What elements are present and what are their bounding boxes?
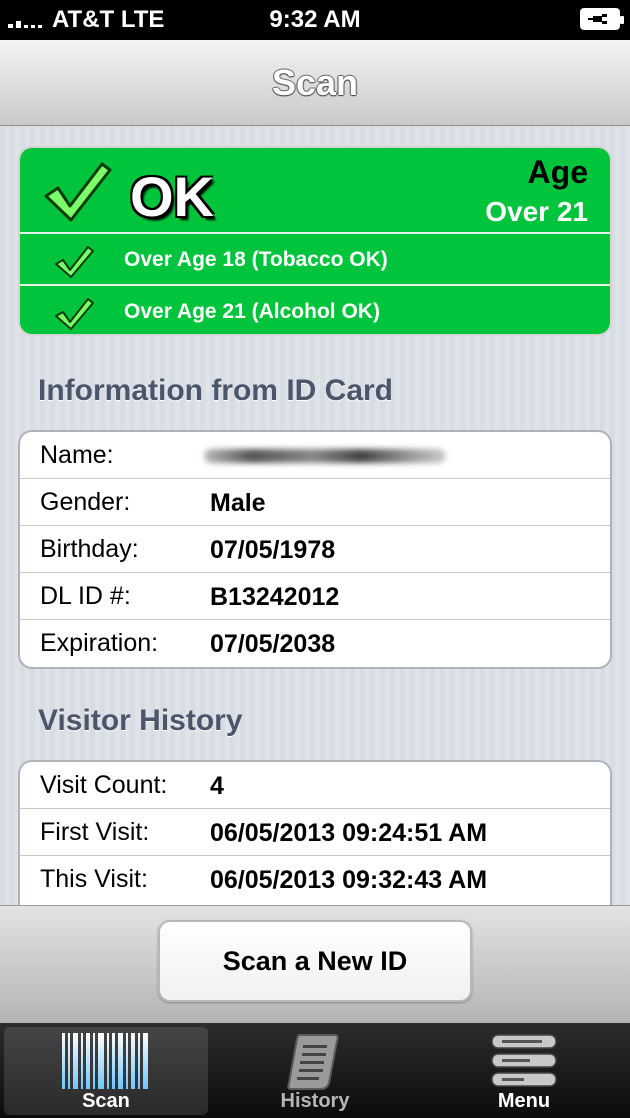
tab-label: Menu bbox=[497, 1090, 551, 1112]
status-header: OK Age Over 21 bbox=[20, 148, 610, 234]
check-icon bbox=[55, 298, 94, 330]
scroll-icon bbox=[287, 1034, 339, 1090]
visitor-history-table: Visit Count: 4 First Visit: 06/05/2013 0… bbox=[18, 760, 612, 905]
visitor-history-section-title: Visitor History bbox=[38, 704, 243, 737]
row-label: This Visit: bbox=[40, 865, 148, 893]
row-value: Male bbox=[210, 489, 266, 517]
scan-new-id-button[interactable]: Scan a New ID bbox=[158, 920, 472, 1002]
row-label: DL ID #: bbox=[40, 582, 131, 610]
table-row: Visit Count: 4 bbox=[20, 762, 610, 809]
age-value: Over 21 bbox=[485, 196, 588, 227]
scan-result-content[interactable]: OK Age Over 21 Over Age 18 (Tobacco OK) … bbox=[0, 126, 630, 905]
table-row: DL ID #: B13242012 bbox=[20, 573, 610, 620]
redacted-name bbox=[204, 449, 446, 463]
ok-check-icon bbox=[44, 162, 112, 222]
row-label: Expiration: bbox=[40, 629, 159, 657]
age-label: Age bbox=[527, 154, 588, 190]
barcode-icon bbox=[62, 1033, 148, 1089]
status-text: OK bbox=[130, 165, 214, 228]
verification-status-card: OK Age Over 21 Over Age 18 (Tobacco OK) … bbox=[18, 146, 612, 336]
table-row: First Visit: 06/05/2013 09:24:51 AM bbox=[20, 809, 610, 856]
battery-charging-icon bbox=[580, 8, 624, 30]
row-label: First Visit: bbox=[40, 818, 150, 846]
action-bar: Scan a New ID bbox=[0, 905, 630, 1023]
check-label: Over Age 18 (Tobacco OK) bbox=[124, 248, 388, 271]
row-label: Visit Count: bbox=[40, 771, 168, 799]
table-row: Gender: Male bbox=[20, 479, 610, 526]
row-value: 07/05/2038 bbox=[210, 630, 336, 658]
check-label: Over Age 21 (Alcohol OK) bbox=[124, 300, 380, 323]
row-label: Name: bbox=[40, 441, 114, 469]
row-value: B13242012 bbox=[210, 583, 340, 611]
tab-scan[interactable]: Scan bbox=[4, 1027, 208, 1115]
table-row: Name: bbox=[20, 432, 610, 479]
check-row-tobacco: Over Age 18 (Tobacco OK) bbox=[20, 236, 610, 286]
row-value: 07/05/1978 bbox=[210, 536, 336, 564]
clock: 9:32 AM bbox=[269, 6, 361, 33]
row-value: 06/05/2013 09:24:51 AM bbox=[210, 819, 488, 847]
tab-label: History bbox=[280, 1090, 350, 1112]
id-card-section-title: Information from ID Card bbox=[38, 374, 394, 407]
row-value: 06/05/2013 09:32:43 AM bbox=[210, 866, 488, 894]
status-bar: AT&T LTE 9:32 AM bbox=[0, 0, 630, 40]
row-value: 4 bbox=[210, 772, 224, 800]
navigation-bar: Scan bbox=[0, 40, 630, 126]
id-card-info-table: Name: Gender: Male Birthday: 07/05/1978 … bbox=[18, 430, 612, 669]
page-title: Scan bbox=[271, 61, 359, 103]
tab-label: Scan bbox=[82, 1090, 130, 1112]
table-row: Expiration: 07/05/2038 bbox=[20, 620, 610, 667]
table-row: Birthday: 07/05/1978 bbox=[20, 526, 610, 573]
menu-list-icon bbox=[491, 1034, 557, 1087]
check-row-alcohol: Over Age 21 (Alcohol OK) bbox=[20, 288, 610, 334]
row-label: Birthday: bbox=[40, 535, 139, 563]
tab-bar: Scan History Menu bbox=[0, 1023, 630, 1118]
row-label: Gender: bbox=[40, 488, 131, 516]
check-icon bbox=[55, 246, 94, 278]
tab-history[interactable]: History bbox=[213, 1027, 417, 1115]
tab-menu[interactable]: Menu bbox=[422, 1027, 626, 1115]
table-row: This Visit: 06/05/2013 09:32:43 AM bbox=[20, 856, 610, 903]
